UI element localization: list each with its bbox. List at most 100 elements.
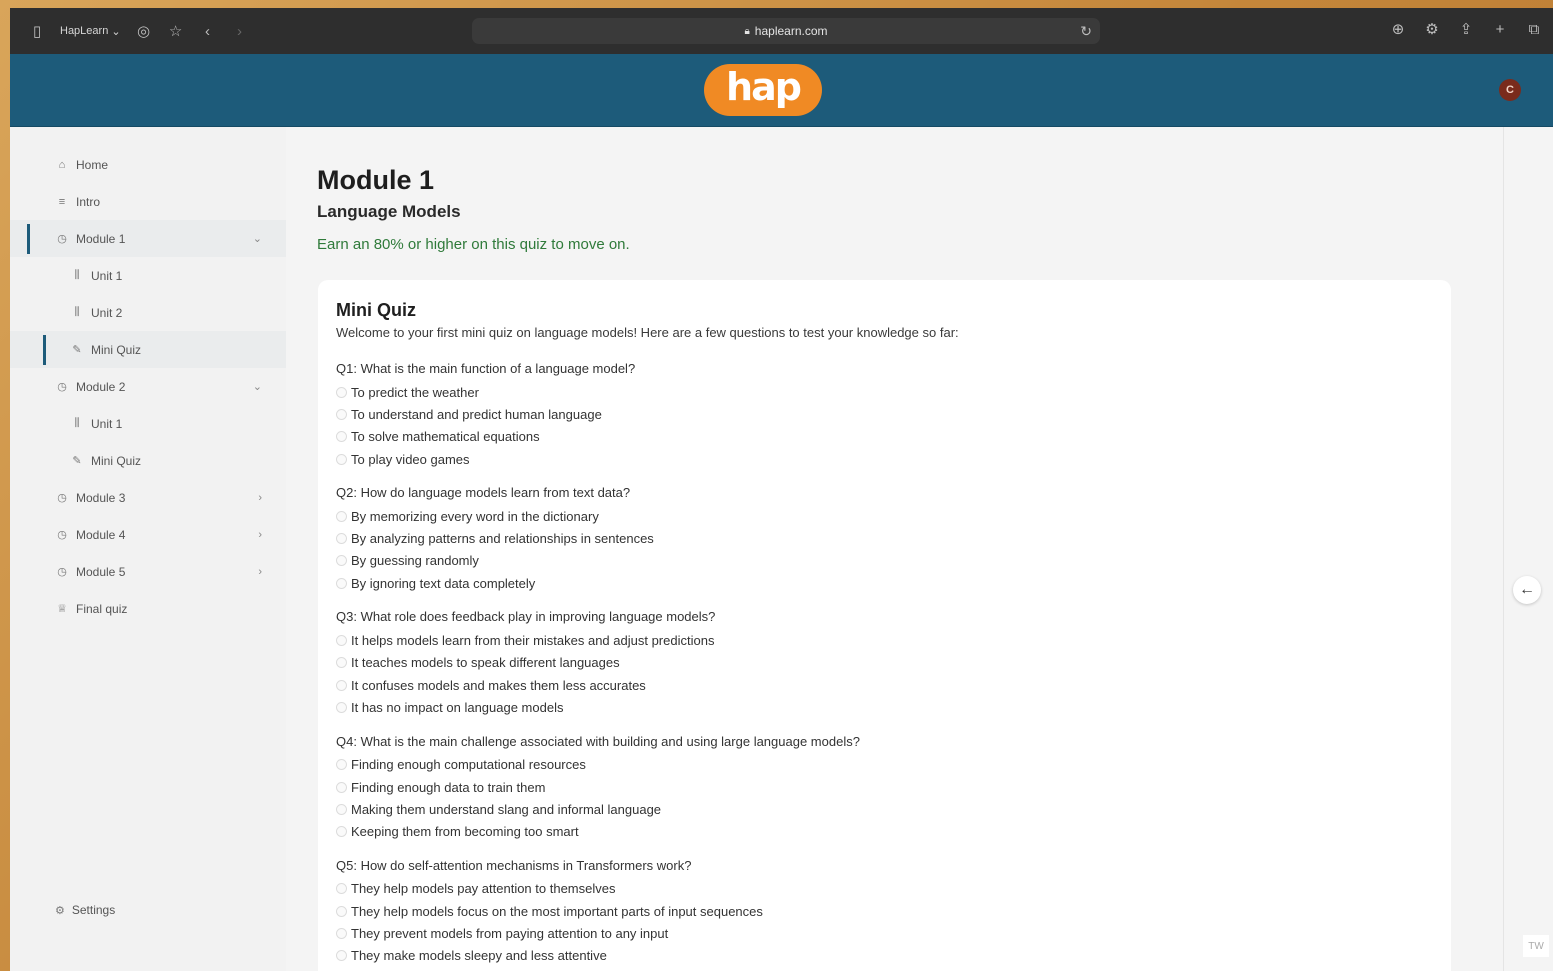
sidebar-item-label: Mini Quiz [91,453,142,468]
answer-option[interactable]: By analyzing patterns and relationships … [336,527,1433,549]
reload-icon[interactable]: ↻ [1080,23,1092,40]
back-arrow-icon[interactable]: ‹ [199,22,217,40]
sidebar-item-mini-quiz[interactable]: ✎ Mini Quiz [10,331,286,368]
book-icon: ⫼ [74,269,80,281]
sidebar-item-intro[interactable]: ≡ Intro [10,183,286,220]
star-icon[interactable]: ☆ [167,22,185,40]
sidebar-item-module-3[interactable]: ◷ Module 3 › [10,479,286,516]
answer-option[interactable]: It helps models learn from their mistake… [336,629,1433,651]
radio-button[interactable] [336,883,347,895]
chevron-down-icon[interactable]: ⌄ [253,380,262,393]
radio-button[interactable] [336,431,347,443]
radio-button[interactable] [336,408,347,420]
radio-button[interactable] [336,555,347,567]
edit-icon: ✎ [72,455,82,467]
share-icon[interactable]: ⇪ [1457,20,1475,38]
answer-option-label: By guessing randomly [351,553,479,569]
browser-toolbar: ▯ HapLearn ⌄ ◎ ☆ ‹ › 🔒︎ haplearn.com ↻ ⊕… [10,8,1553,54]
avatar[interactable]: C [1499,79,1521,101]
answer-option-label: Making them understand slang and informa… [351,801,662,817]
question-text: Q5: How do self-attention mechanisms in … [336,857,692,873]
list-icon: ≡ [58,195,66,208]
radio-button[interactable] [336,679,347,691]
radio-button[interactable] [336,701,347,713]
sidebar-item-settings[interactable]: ⚙ Settings [55,903,115,917]
sidebar-item-module-4[interactable]: ◷ Module 4 › [10,516,286,553]
sidebar-item-label: Unit 2 [91,305,123,320]
chevron-right-icon[interactable]: › [258,566,262,578]
quiz-question: Q5: How do self-attention mechanisms in … [336,858,1433,967]
new-tab-icon[interactable]: + [1491,20,1509,38]
answer-option-label: Keeping them from becoming too smart [351,824,579,840]
chevron-down-icon[interactable]: ⌄ [253,232,262,245]
quiz-question: Q3: What role does feedback play in impr… [336,609,1433,718]
download-icon[interactable]: ⊕ [1389,20,1407,38]
radio-button[interactable] [336,781,347,793]
radio-button[interactable] [336,759,347,771]
answer-option[interactable]: By ignoring text data completely [336,572,1433,594]
extensions-icon[interactable]: ⚙ [1423,20,1441,38]
answer-option[interactable]: It confuses models and makes them less a… [336,674,1433,696]
chevron-right-icon[interactable]: › [258,492,262,504]
clock-icon: ◷ [57,566,67,578]
radio-button[interactable] [336,453,347,465]
sidebar-item-module-2[interactable]: ◷ Module 2 ⌄ [10,368,286,405]
radio-button[interactable] [336,803,347,815]
trophy-icon: ♕ [57,603,67,615]
answer-option[interactable]: They help models pay attention to themse… [336,878,1433,900]
sidebar-item-mini-quiz[interactable]: ✎ Mini Quiz [10,442,286,479]
sidebar-item-module-1[interactable]: ◷ Module 1 ⌄ [10,220,286,257]
radio-button[interactable] [336,386,347,398]
radio-button[interactable] [336,577,347,589]
tabs-overview-icon[interactable]: ⧉ [1525,20,1543,38]
answer-option-label: It confuses models and makes them less a… [351,677,646,693]
answer-option-label: They make models sleepy and less attenti… [351,948,607,964]
sidebar-item-unit-1[interactable]: ⫼ Unit 1 [10,257,286,294]
sidebar-item-label: Final quiz [76,601,128,616]
radio-button[interactable] [336,927,347,939]
radio-button[interactable] [336,510,347,522]
answer-option[interactable]: To predict the weather [336,381,1433,403]
clock-icon: ◷ [57,233,67,245]
answer-option[interactable]: By guessing randomly [336,550,1433,572]
hap-logo[interactable]: hap [704,64,822,116]
back-arrow-button[interactable]: ← [1513,576,1541,604]
sidebar-item-label: Home [76,157,109,172]
sidebar-item-home[interactable]: ⌂ Home [10,146,286,183]
address-bar[interactable]: 🔒︎ haplearn.com ↻ [472,18,1100,44]
answer-option[interactable]: By memorizing every word in the dictiona… [336,505,1433,527]
chevron-right-icon[interactable]: › [258,529,262,541]
shield-icon[interactable]: ◎ [135,22,153,40]
sidebar-item-module-5[interactable]: ◷ Module 5 › [10,553,286,590]
answer-option[interactable]: It has no impact on language models [336,696,1433,718]
radio-button[interactable] [336,826,347,838]
answer-option[interactable]: They help models focus on the most impor… [336,900,1433,922]
forward-arrow-icon[interactable]: › [231,22,249,40]
answer-option-label: It helps models learn from their mistake… [351,633,715,649]
answer-option[interactable]: They prevent models from paying attentio… [336,922,1433,944]
sidebar-item-unit-2[interactable]: ⫼ Unit 2 [10,294,286,331]
quiz-intro: Welcome to your first mini quiz on langu… [336,325,959,340]
answer-option[interactable]: Keeping them from becoming too smart [336,820,1433,842]
radio-button[interactable] [336,657,347,669]
answer-option-label: To understand and predict human language [351,406,602,422]
answer-option[interactable]: Finding enough data to train them [336,776,1433,798]
radio-button[interactable] [336,905,347,917]
answer-option[interactable]: Making them understand slang and informa… [336,798,1433,820]
sidebar-item-final-quiz[interactable]: ♕ Final quiz [10,590,286,627]
sidebar-item-unit-1[interactable]: ⫼ Unit 1 [10,405,286,442]
radio-button[interactable] [336,635,347,647]
answer-option[interactable]: To solve mathematical equations [336,426,1433,448]
radio-button[interactable] [336,533,347,545]
clock-icon: ◷ [57,381,67,393]
answer-option-label: Finding enough data to train them [351,779,546,795]
radio-button[interactable] [336,950,347,962]
answer-option[interactable]: To play video games [336,448,1433,470]
right-panel-strip: ← TW [1503,127,1553,971]
tab-group-selector[interactable]: HapLearn ⌄ [60,25,121,38]
sidebar-toggle-icon[interactable]: ▯ [28,22,46,40]
answer-option[interactable]: To understand and predict human language [336,403,1433,425]
answer-option[interactable]: It teaches models to speak different lan… [336,652,1433,674]
answer-option[interactable]: Finding enough computational resources [336,754,1433,776]
answer-option[interactable]: They make models sleepy and less attenti… [336,945,1433,967]
